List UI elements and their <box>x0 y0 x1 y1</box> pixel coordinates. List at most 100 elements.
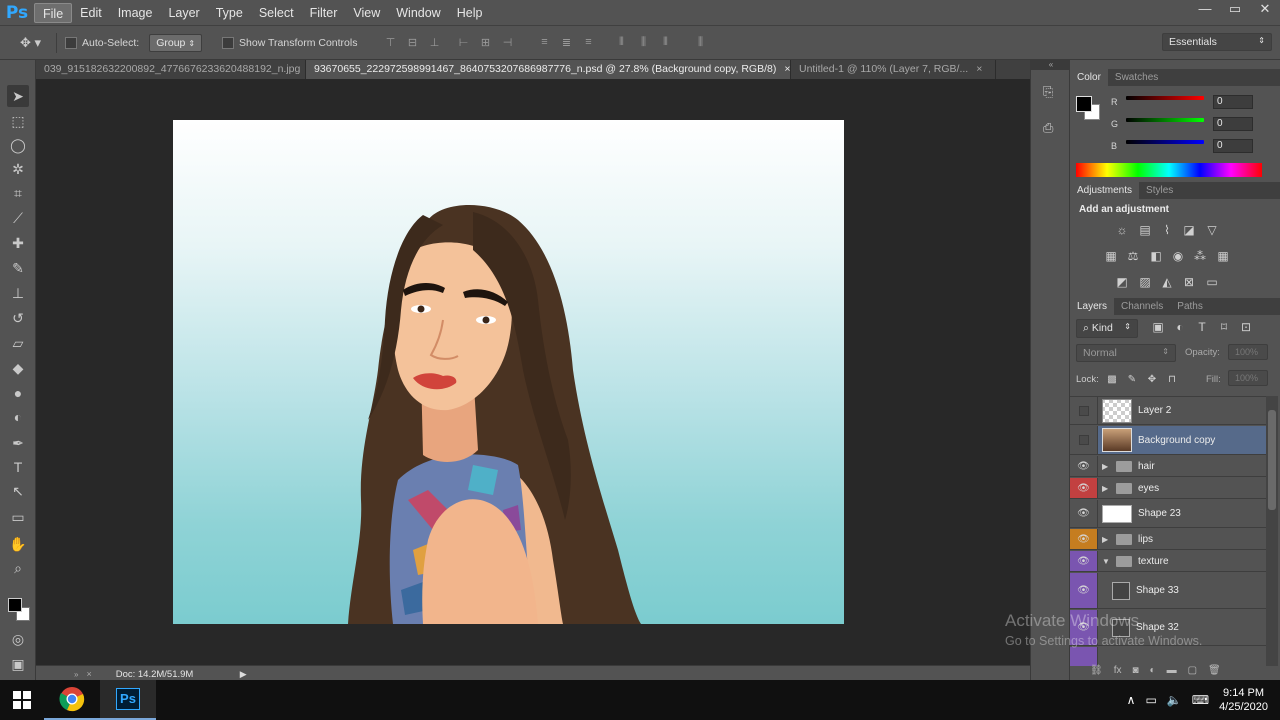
magic-wand-icon[interactable]: ✲ <box>7 158 29 180</box>
eye-icon[interactable]: 👁 <box>1070 551 1098 571</box>
kind-filter-dropdown[interactable]: ⌕ Kind ⇕ <box>1076 319 1138 338</box>
delete-layer-icon[interactable]: 🗑 <box>1208 665 1221 680</box>
eye-icon[interactable]: 👁 <box>1070 529 1098 549</box>
auto-select-checkbox[interactable] <box>65 36 77 49</box>
lock-image-icon[interactable]: ✎ <box>1124 373 1140 387</box>
photo-filter-icon[interactable]: ◉ <box>1170 249 1186 263</box>
healing-brush-icon[interactable]: ✚ <box>7 232 29 254</box>
menu-window[interactable]: Window <box>388 3 448 23</box>
tab-paths[interactable]: Paths <box>1170 298 1210 315</box>
new-group-icon[interactable]: ▬ <box>1167 665 1177 680</box>
foreground-color-swatch[interactable] <box>8 598 22 612</box>
fg-color-chip[interactable] <box>1076 96 1092 112</box>
levels-icon[interactable]: ▤ <box>1137 223 1153 237</box>
network-icon[interactable]: ▭ <box>1145 693 1156 707</box>
document-tab-1[interactable]: 039_915182632200892_477667623362048819​2… <box>36 60 306 79</box>
menu-view[interactable]: View <box>345 3 388 23</box>
clock[interactable]: 9:14 PM 4/25/2020 <box>1219 686 1268 714</box>
document-tab-2[interactable]: 93670655_222972598991467_864075320768698… <box>306 60 791 79</box>
add-mask-icon[interactable]: ◙ <box>1132 665 1138 680</box>
lock-all-icon[interactable]: ⊓ <box>1164 373 1180 387</box>
black-white-icon[interactable]: ◧ <box>1148 249 1164 263</box>
dock-collapse-icon[interactable]: « <box>1031 60 1071 70</box>
blue-value[interactable]: 0 <box>1213 139 1253 153</box>
expand-arrow-icon[interactable]: ▶ <box>1102 462 1112 471</box>
chrome-taskbar-icon[interactable] <box>44 680 100 720</box>
align-left-icon[interactable]: ⊢ <box>455 36 471 50</box>
menu-edit[interactable]: Edit <box>72 3 110 23</box>
visibility-toggle[interactable] <box>1070 426 1098 454</box>
menu-file[interactable]: File <box>34 2 73 23</box>
filter-type-icon[interactable]: T <box>1194 320 1210 334</box>
marquee-tool-icon[interactable]: ⬚ <box>7 110 29 132</box>
tab-adjustments[interactable]: Adjustments <box>1070 182 1140 199</box>
distribute-left-icon[interactable]: ⫴ <box>613 36 629 50</box>
posterize-icon[interactable]: ▨ <box>1137 275 1153 289</box>
distribute-vcenter-icon[interactable]: ≣ <box>558 36 574 50</box>
filter-shape-icon[interactable]: ⌑ <box>1216 320 1232 334</box>
windows-start-icon[interactable] <box>0 680 44 720</box>
crop-tool-icon[interactable]: ⌗ <box>7 182 29 204</box>
opacity-field[interactable]: 100% <box>1228 344 1268 360</box>
expand-arrow-icon[interactable]: ▶ <box>1102 535 1112 544</box>
channel-mixer-icon[interactable]: ⁂ <box>1192 249 1208 263</box>
menu-layer[interactable]: Layer <box>160 3 207 23</box>
color-spectrum-bar[interactable] <box>1076 163 1262 177</box>
eye-icon[interactable]: 👁 <box>1070 573 1098 608</box>
menu-image[interactable]: Image <box>110 3 161 23</box>
layer-row-background-copy[interactable]: Background copy <box>1070 426 1266 455</box>
screen-mode-icon[interactable]: ▣ <box>7 653 29 675</box>
distribute-right-icon[interactable]: ⫴ <box>657 36 673 50</box>
status-close-icon[interactable]: × <box>86 669 91 679</box>
rectangle-tool-icon[interactable]: ▭ <box>7 506 29 528</box>
hue-saturation-icon[interactable]: ▦ <box>1103 249 1119 263</box>
close-button[interactable]: ✕ <box>1250 0 1280 18</box>
gradient-map-icon[interactable]: ▭ <box>1204 275 1220 289</box>
path-selection-icon[interactable]: ↖ <box>7 480 29 502</box>
curves-icon[interactable]: ⌇ <box>1159 223 1175 237</box>
eye-icon[interactable]: 👁 <box>1070 478 1098 498</box>
document-canvas[interactable] <box>173 120 844 624</box>
tab-2-close-icon[interactable]: × <box>784 60 790 79</box>
tab-channels[interactable]: Channels <box>1114 298 1170 315</box>
tab-3-close-icon[interactable]: × <box>976 60 982 79</box>
distribute-bottom-icon[interactable]: ≡ <box>580 36 596 50</box>
collapse-arrow-icon[interactable]: ▼ <box>1102 557 1112 566</box>
workspace-dropdown[interactable]: Essentials ⇕ <box>1162 33 1272 51</box>
green-slider[interactable] <box>1126 118 1204 122</box>
tab-color[interactable]: Color <box>1070 69 1108 86</box>
layer-group-hair[interactable]: 👁 ▶ hair <box>1070 456 1266 477</box>
eye-icon[interactable]: 👁 <box>1070 500 1098 527</box>
eye-icon[interactable]: 👁 <box>1070 456 1098 476</box>
minimize-button[interactable]: — <box>1190 0 1220 18</box>
brightness-icon[interactable]: ☼ <box>1114 223 1130 237</box>
layers-scrollbar[interactable] <box>1266 396 1278 666</box>
exposure-icon[interactable]: ◪ <box>1181 223 1197 237</box>
link-layers-icon[interactable]: ⛓ <box>1090 665 1103 680</box>
move-tool-icon[interactable]: ✥ ▾ <box>20 35 48 51</box>
layer-row-partial[interactable] <box>1070 647 1266 666</box>
layer-row-shape-23[interactable]: 👁 Shape 23 <box>1070 500 1266 528</box>
color-lookup-icon[interactable]: ▦ <box>1215 249 1231 263</box>
pen-tool-icon[interactable]: ✒ <box>7 432 29 454</box>
move-tool-icon[interactable]: ➤ <box>7 85 29 107</box>
layer-row-layer-2[interactable]: Layer 2 <box>1070 397 1266 425</box>
filter-smart-object-icon[interactable]: ⊡ <box>1238 320 1254 334</box>
volume-icon[interactable]: 🔈 <box>1167 693 1182 707</box>
type-tool-icon[interactable]: T <box>7 456 29 478</box>
align-top-icon[interactable]: ⊤ <box>382 36 398 50</box>
lock-transparent-icon[interactable]: ▩ <box>1104 373 1120 387</box>
layers-scroll-thumb[interactable] <box>1268 410 1276 510</box>
brush-tool-icon[interactable]: ✎ <box>7 257 29 279</box>
dodge-tool-icon[interactable]: ◐ <box>7 406 29 428</box>
lasso-tool-icon[interactable]: ◯ <box>7 134 29 156</box>
layer-group-lips[interactable]: 👁 ▶ lips <box>1070 529 1266 550</box>
blend-mode-dropdown[interactable]: Normal ⇕ <box>1076 344 1176 362</box>
red-value[interactable]: 0 <box>1213 95 1253 109</box>
tab-layers[interactable]: Layers <box>1070 298 1115 315</box>
eraser-icon[interactable]: ▱ <box>7 332 29 354</box>
photoshop-taskbar-icon[interactable]: Ps <box>100 680 156 720</box>
distribute-hcenter-icon[interactable]: ⫼ <box>635 36 651 50</box>
vibrance-icon[interactable]: ▽ <box>1204 223 1220 237</box>
zoom-tool-icon[interactable]: ⌕ <box>7 557 29 579</box>
